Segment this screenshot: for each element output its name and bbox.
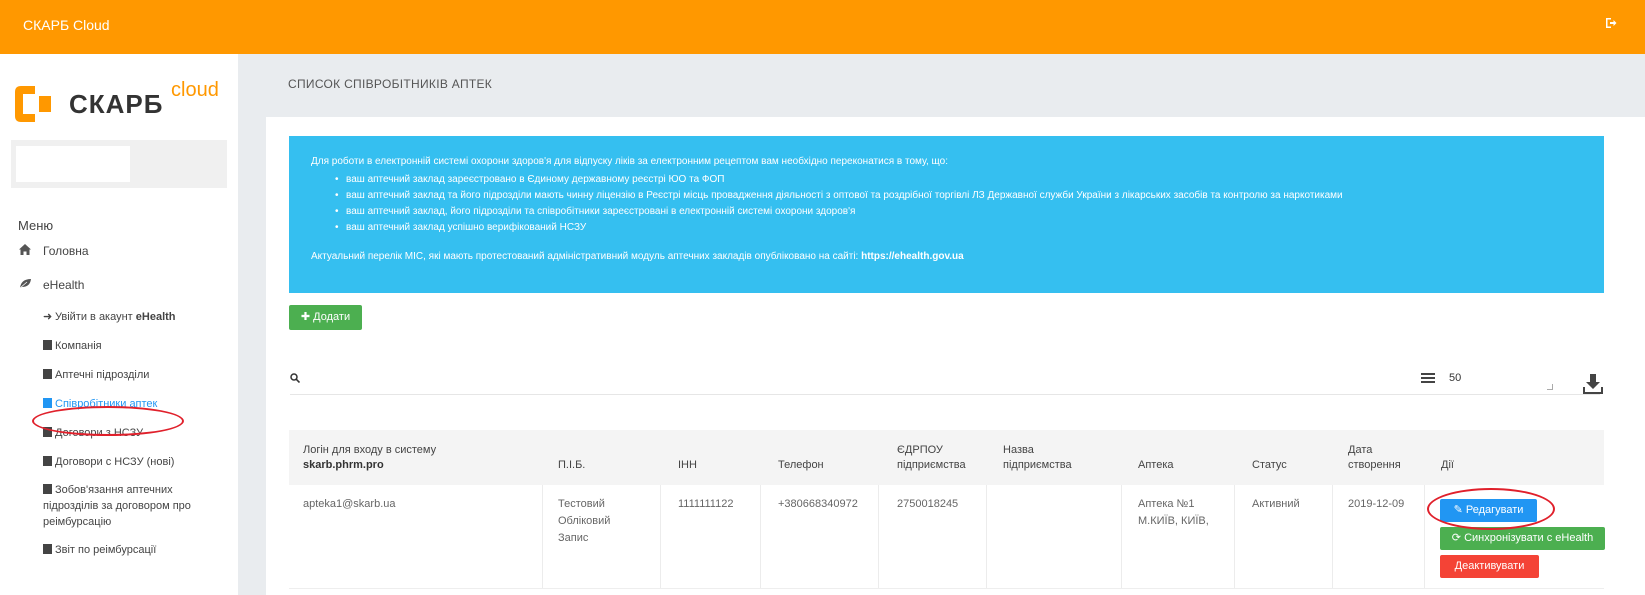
search-input[interactable]: [290, 394, 1600, 395]
cell-phone: +380668340972: [778, 498, 858, 510]
home-icon: [19, 244, 35, 258]
sidebar-item-ehealth[interactable]: eHealth: [19, 278, 84, 292]
edit-icon: ✎: [1453, 504, 1466, 516]
logo[interactable]: СКАРБ cloud: [11, 79, 231, 128]
users-icon: [43, 398, 52, 408]
col-header-status[interactable]: Статус: [1252, 458, 1287, 473]
info-bullet: ваш аптечний заклад успішно верифіковани…: [335, 220, 1343, 236]
info-alert: Для роботи в електронній системі охорони…: [289, 136, 1604, 293]
list-icon: [1421, 373, 1435, 383]
cell-status: Активний: [1252, 498, 1300, 510]
sidebar-item-home[interactable]: Головна: [19, 244, 89, 258]
col-header-edrpou[interactable]: ЄДРПОУ підприємства: [897, 443, 966, 473]
sign-in-icon: ➜: [43, 311, 53, 323]
cell-edrpou: 2750018245: [897, 498, 959, 510]
cell-login: apteka1@skarb.ua: [303, 498, 396, 510]
logo-word: СКАРБ: [69, 89, 164, 119]
col-header-pharmacy[interactable]: Аптека: [1138, 458, 1174, 473]
col-header-phone[interactable]: Телефон: [778, 458, 824, 473]
plus-icon: ✚: [300, 311, 314, 323]
sync-ehealth-button[interactable]: ⟳ Синхронізувати с eHealth: [1440, 527, 1605, 550]
col-header-date[interactable]: Дата створення: [1348, 443, 1401, 473]
info-intro: Для роботи в електронній системі охорони…: [311, 156, 949, 167]
col-header-company[interactable]: Назва підприємства: [1003, 443, 1072, 473]
col-header-actions: Дії: [1441, 459, 1454, 471]
info-bullet: ваш аптечний заклад зареєстровано в Єдин…: [335, 172, 1343, 188]
cell-inn: 1111111122: [678, 498, 734, 510]
logo-cloud: cloud: [171, 79, 219, 101]
search-icon[interactable]: [290, 373, 300, 383]
per-page-select[interactable]: 50: [1449, 372, 1461, 384]
file-icon: [43, 456, 52, 466]
sidebar-item-pharmacy-employees[interactable]: Співробітники аптек: [43, 396, 223, 412]
app-title[interactable]: СКАРБ Cloud: [23, 17, 110, 33]
info-footer: Актуальний перелік МІС, які мають протес…: [311, 251, 964, 262]
top-bar: СКАРБ Cloud: [0, 0, 1645, 54]
sidebar-item-reimbursement-report[interactable]: Звіт по реімбурсації: [43, 542, 223, 558]
sidebar-item-nszu-contracts[interactable]: Договори з НСЗУ: [43, 425, 223, 441]
deactivate-button[interactable]: Деактивувати: [1440, 555, 1539, 578]
cell-pharmacy: Аптека №1 М.КИЇВ, КИЇВ,: [1138, 498, 1209, 527]
file-icon: [43, 544, 52, 554]
leaf-icon: [19, 278, 35, 292]
sidebar-item-reimbursement-obligations[interactable]: Зобов'язання аптечних підрозділів за дог…: [43, 482, 223, 530]
cell-name: Тестовий Обліковий Запис: [558, 498, 611, 544]
database-icon: [43, 340, 52, 350]
plus-square-icon: [43, 369, 52, 379]
file-icon: [43, 427, 52, 437]
sidebar-item-ehealth-login[interactable]: ➜ Увійти в акаунт eHealth: [43, 309, 223, 325]
sidebar-item-label: eHealth: [43, 278, 85, 292]
download-icon[interactable]: [1582, 373, 1604, 395]
edit-button[interactable]: ✎ Редагувати: [1440, 499, 1537, 522]
sidebar: СКАРБ cloud Меню Головна eHealth ➜ Увійти…: [0, 54, 238, 595]
table-row: apteka1@skarb.ua Тестовий Обліковий Запис …: [289, 485, 1604, 589]
page-title: СПИСОК СПІВРОБІТНИКІВ АПТЕК: [288, 77, 493, 91]
ehealth-link[interactable]: https://ehealth.gov.ua: [861, 251, 964, 262]
file-icon: [43, 484, 52, 494]
col-header-inn[interactable]: ІНН: [678, 458, 697, 473]
col-header-name[interactable]: П.І.Б.: [558, 458, 585, 473]
refresh-icon: ⟳: [1451, 532, 1465, 544]
sign-out-icon[interactable]: [1605, 17, 1617, 32]
sidebar-item-label: Головна: [43, 244, 89, 258]
add-button[interactable]: ✚ Додати: [289, 305, 362, 330]
col-header-login[interactable]: Логін для входу в систему skarb.phrm.pro: [303, 443, 436, 473]
sidebar-item-pharmacy-units[interactable]: Аптечні підрозділи: [43, 367, 223, 383]
info-list: ваш аптечний заклад зареєстровано в Єдин…: [335, 172, 1343, 236]
logo-mark-icon: [15, 86, 51, 122]
menu-heading: Меню: [18, 218, 54, 233]
sidebar-item-nszu-contracts-new[interactable]: Договори с НСЗУ (нові): [43, 454, 223, 470]
user-box: [16, 146, 130, 182]
sidebar-user-panel: [11, 140, 227, 188]
table-header: Логін для входу в систему skarb.phrm.pro …: [289, 430, 1604, 485]
info-bullet: ваш аптечний заклад та його підрозділи м…: [335, 188, 1343, 204]
cell-date: 2019-12-09: [1348, 498, 1405, 510]
resize-handle-icon: [1547, 384, 1553, 390]
info-bullet: ваш аптечний заклад, його підрозділи та …: [335, 204, 1343, 220]
sidebar-item-company[interactable]: Компанія: [43, 338, 223, 354]
